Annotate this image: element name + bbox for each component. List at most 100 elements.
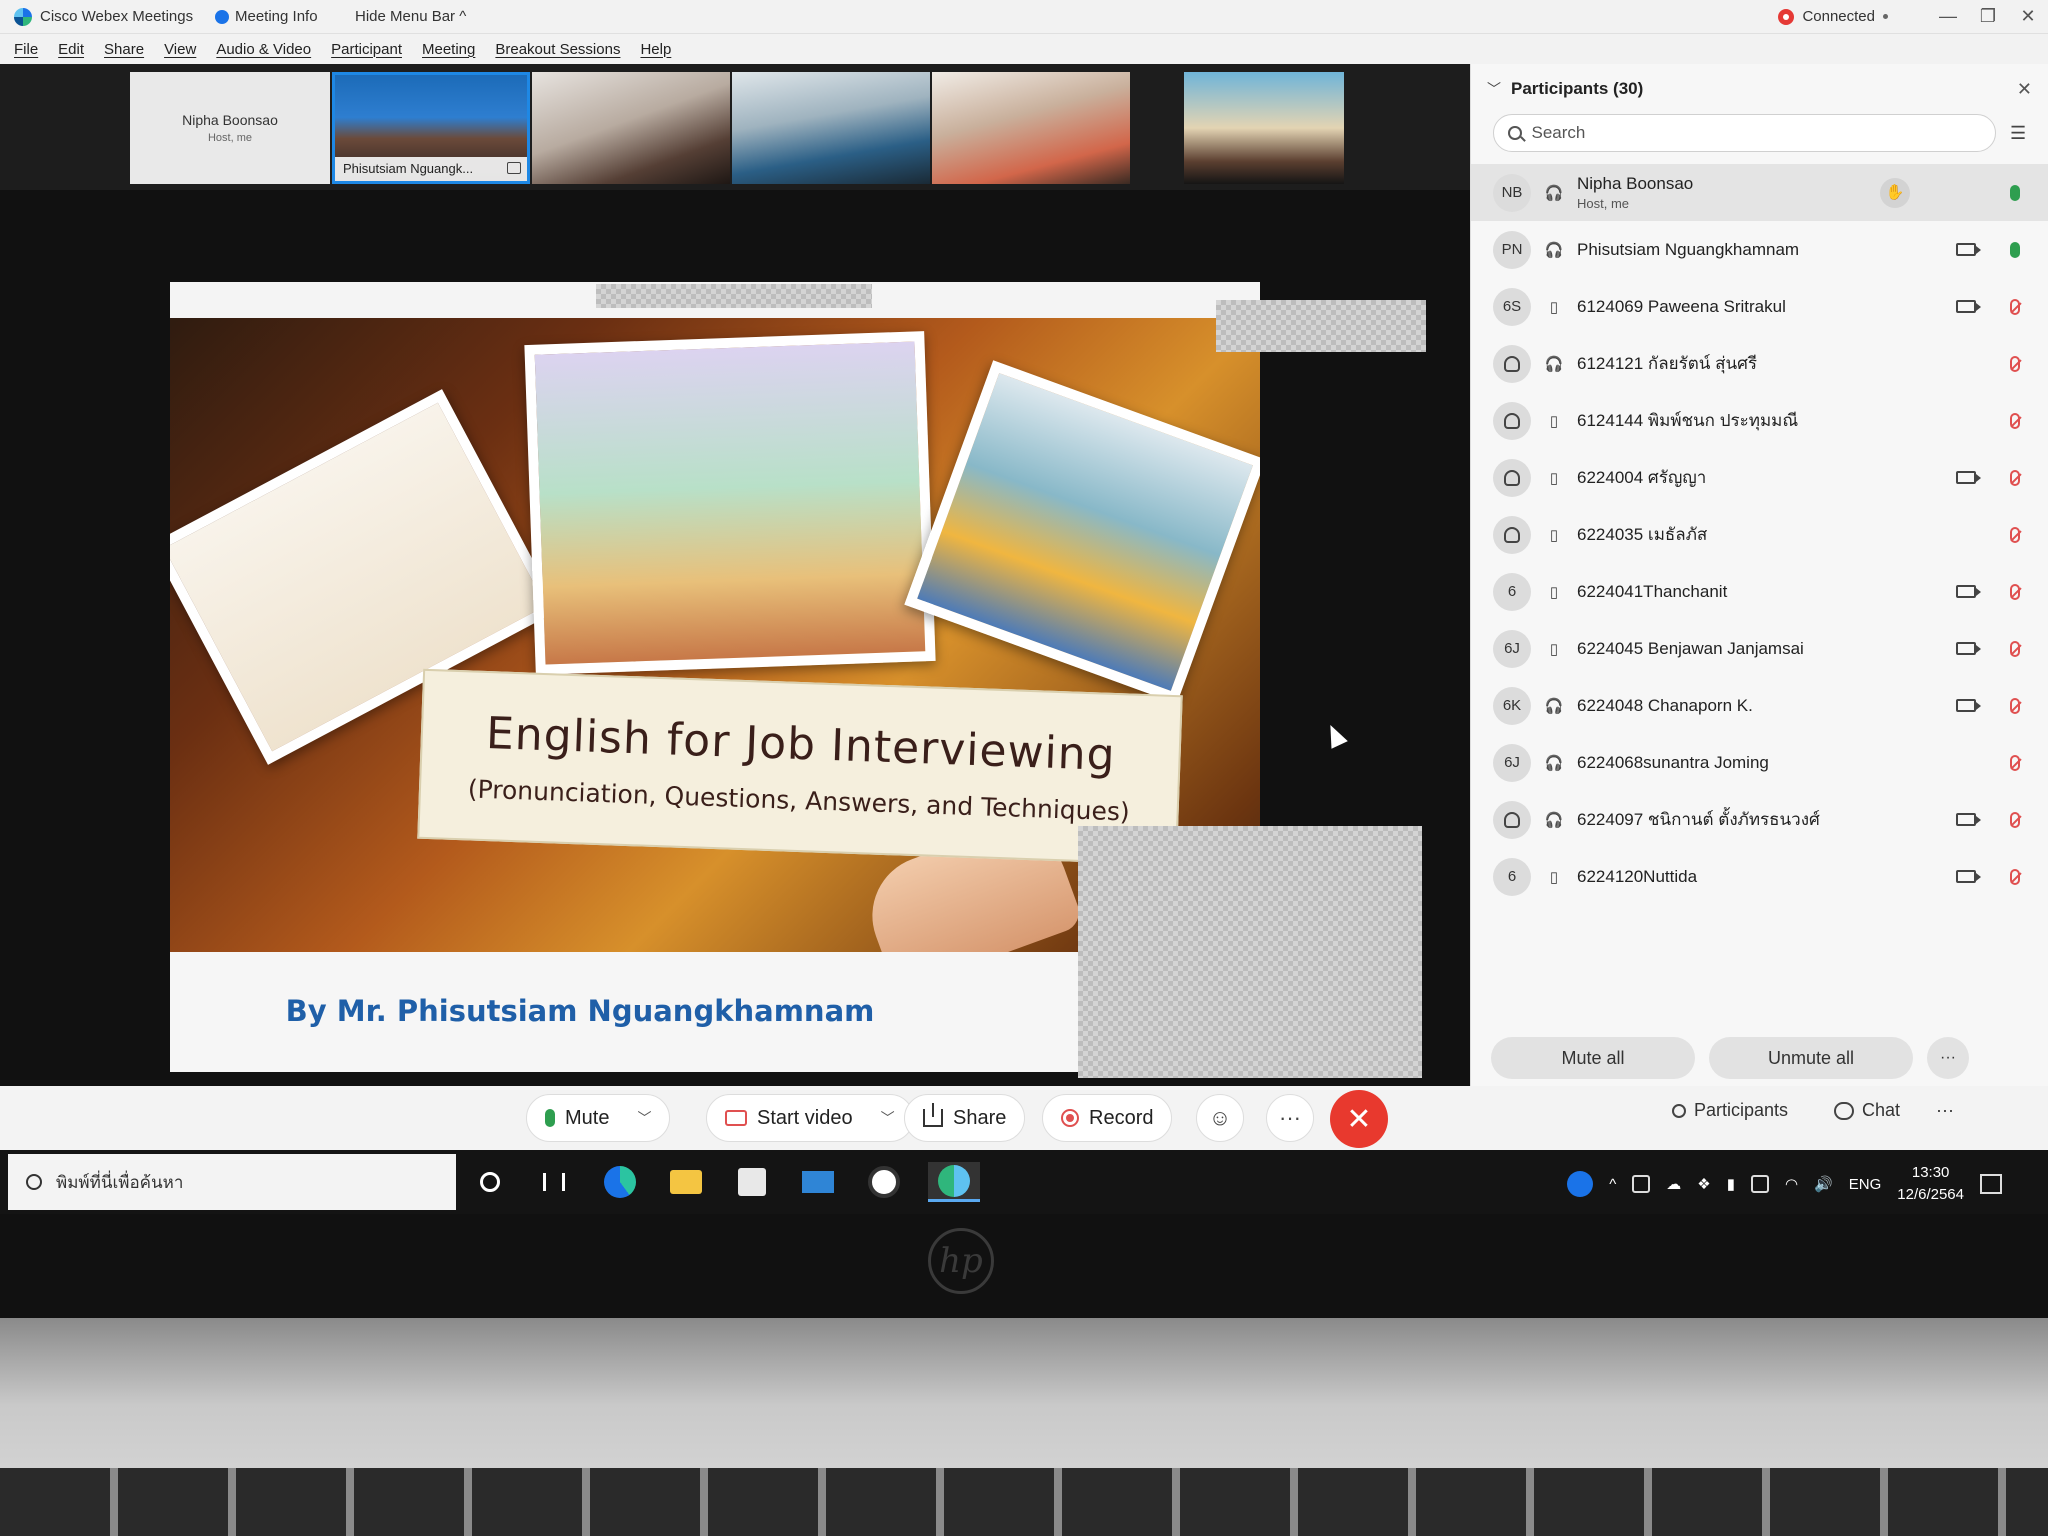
- participant-row[interactable]: 6J ▯ 6224045 Benjawan Janjamsai: [1471, 620, 2048, 677]
- laptop-keyboard-deck: [0, 1318, 2048, 1536]
- volume-icon[interactable]: 🔊: [1814, 1175, 1833, 1193]
- notification-icon[interactable]: [1980, 1174, 2002, 1194]
- hide-menu-bar-button[interactable]: Hide Menu Bar ^: [355, 8, 466, 25]
- taskbar-clock[interactable]: 13:30 12/6/2564: [1897, 1162, 1964, 1206]
- participant-video-thumbnail[interactable]: [932, 72, 1130, 184]
- participant-row[interactable]: ▯ 6224004 ศรัญญา: [1471, 449, 2048, 506]
- menu-share[interactable]: Share: [104, 41, 144, 58]
- menu-meeting[interactable]: Meeting: [422, 41, 475, 58]
- close-panel-icon[interactable]: ✕: [2017, 79, 2032, 100]
- task-view-icon: [543, 1173, 565, 1191]
- cloud-icon[interactable]: ☁: [1666, 1175, 1681, 1193]
- menu-view[interactable]: View: [164, 41, 196, 58]
- participant-row[interactable]: ▯ 6224035 เมธัลภัส: [1471, 506, 2048, 563]
- mute-button[interactable]: Mute ﹀: [526, 1094, 671, 1142]
- store-button[interactable]: [732, 1162, 772, 1202]
- language-indicator[interactable]: ENG: [1849, 1176, 1882, 1193]
- minimize-button[interactable]: —: [1928, 6, 1968, 27]
- raise-hand-icon[interactable]: ✋: [1880, 177, 1910, 208]
- mic-muted-icon[interactable]: [2010, 811, 2020, 828]
- collapse-chevron-icon[interactable]: ﹀: [1487, 79, 1501, 99]
- host-thumbnail[interactable]: Nipha Boonsao Host, me: [130, 72, 330, 184]
- more-options-button[interactable]: ···: [1927, 1037, 1969, 1079]
- app-taskbar-button[interactable]: [864, 1162, 904, 1202]
- menu-participant[interactable]: Participant: [331, 41, 402, 58]
- host-role: Host, me: [207, 132, 252, 144]
- mute-all-button[interactable]: Mute all: [1491, 1037, 1695, 1079]
- participants-tab-button[interactable]: Participants: [1672, 1100, 1788, 1121]
- chevron-down-icon[interactable]: ﹀: [881, 1108, 895, 1128]
- sort-list-icon[interactable]: ☰: [2010, 123, 2032, 144]
- connection-status[interactable]: Connected: [1778, 8, 1888, 25]
- record-button[interactable]: Record: [1042, 1094, 1173, 1142]
- file-explorer-button[interactable]: [666, 1162, 706, 1202]
- mic-on-icon[interactable]: [2010, 241, 2020, 258]
- webex-taskbar-button[interactable]: [928, 1162, 980, 1202]
- participant-video-thumbnail[interactable]: [1184, 72, 1344, 184]
- participant-search[interactable]: [1493, 114, 1996, 152]
- mic-muted-icon[interactable]: [2010, 868, 2020, 885]
- microphone-tray-icon[interactable]: ▮: [1727, 1175, 1735, 1193]
- record-label: Record: [1089, 1106, 1154, 1129]
- device-icon[interactable]: [1632, 1175, 1651, 1193]
- close-window-button[interactable]: ✕: [2008, 6, 2048, 27]
- mic-muted-icon[interactable]: [2010, 469, 2020, 486]
- participant-row[interactable]: 6 ▯ 6224041Thanchanit: [1471, 563, 2048, 620]
- battery-icon[interactable]: [1750, 1175, 1769, 1193]
- mic-muted-icon[interactable]: [2010, 355, 2020, 372]
- restore-button[interactable]: ❐: [1968, 6, 2008, 27]
- help-icon[interactable]: [1567, 1171, 1594, 1197]
- participants-title: Participants (30): [1511, 79, 1644, 98]
- participant-row[interactable]: NB 🎧 Nipha Boonsao Host, me ✋: [1471, 164, 2048, 221]
- chat-tab-button[interactable]: Chat: [1834, 1100, 1900, 1121]
- edge-taskbar-button[interactable]: [600, 1162, 640, 1202]
- participant-row[interactable]: 6S ▯ 6124069 Paweena Sritrakul: [1471, 278, 2048, 335]
- mail-button[interactable]: [798, 1162, 838, 1202]
- participant-name: 6124144 พิมพ์ชนก ประทุมมณี: [1577, 411, 1799, 430]
- video-off-icon: [725, 1110, 747, 1126]
- start-video-button[interactable]: Start video ﹀: [706, 1094, 914, 1142]
- wifi-icon[interactable]: ◠: [1785, 1175, 1798, 1193]
- avatar: NB: [1493, 173, 1531, 212]
- overflow-menu-button[interactable]: ···: [1936, 1100, 1954, 1121]
- menu-help[interactable]: Help: [640, 41, 671, 58]
- participant-row[interactable]: 🎧 6124121 กัลยรัตน์ สุ่นศรี: [1471, 335, 2048, 392]
- reactions-button[interactable]: ☺: [1196, 1094, 1244, 1142]
- chevron-down-icon[interactable]: ﹀: [637, 1108, 651, 1128]
- video-icon: [1956, 471, 1981, 484]
- mic-muted-icon[interactable]: [2010, 697, 2020, 714]
- participant-row[interactable]: 🎧 6224097 ชนิกานต์ ตั้งภัทรธนวงศ์: [1471, 791, 2048, 848]
- share-button[interactable]: Share: [904, 1094, 1026, 1142]
- participant-row[interactable]: 6K 🎧 6224048 Chanaporn K.: [1471, 677, 2048, 734]
- task-view-button[interactable]: [534, 1162, 574, 1202]
- meeting-info-button[interactable]: Meeting Info: [215, 8, 355, 25]
- participant-row[interactable]: PN 🎧 Phisutsiam Nguangkhamnam: [1471, 221, 2048, 278]
- more-controls-button[interactable]: ···: [1266, 1094, 1314, 1142]
- cortana-button[interactable]: [470, 1162, 510, 1202]
- mic-muted-icon[interactable]: [2010, 754, 2020, 771]
- participant-row[interactable]: 6 ▯ 6224120Nuttida: [1471, 848, 2048, 905]
- taskbar-search[interactable]: พิมพ์ที่นี่เพื่อค้นหา: [8, 1154, 456, 1210]
- chevron-up-icon[interactable]: ^: [1609, 1176, 1616, 1193]
- mic-muted-icon[interactable]: [2010, 640, 2020, 657]
- mic-on-icon[interactable]: [2010, 184, 2020, 201]
- participant-row[interactable]: 6J 🎧 6224068sunantra Joming: [1471, 734, 2048, 791]
- unmute-all-button[interactable]: Unmute all: [1709, 1037, 1913, 1079]
- participant-row[interactable]: ▯ 6124144 พิมพ์ชนก ประทุมมณี: [1471, 392, 2048, 449]
- system-tray: ^ ☁ ❖ ▮ ◠ 🔊 ENG 13:30 12/6/2564: [1567, 1156, 2002, 1212]
- menu-file[interactable]: File: [14, 41, 38, 58]
- mic-muted-icon[interactable]: [2010, 412, 2020, 429]
- participant-video-thumbnail[interactable]: [732, 72, 930, 184]
- mic-muted-icon[interactable]: [2010, 298, 2020, 315]
- presenter-video-thumbnail[interactable]: Phisutsiam Nguangk...: [332, 72, 530, 184]
- end-meeting-button[interactable]: ✕: [1330, 1090, 1388, 1148]
- mic-muted-icon[interactable]: [2010, 583, 2020, 600]
- menu-audio-video[interactable]: Audio & Video: [216, 41, 311, 58]
- search-input[interactable]: [1531, 123, 1981, 143]
- participant-video-thumbnail[interactable]: [532, 72, 730, 184]
- menu-breakout-sessions[interactable]: Breakout Sessions: [495, 41, 620, 58]
- menu-edit[interactable]: Edit: [58, 41, 84, 58]
- mic-muted-icon[interactable]: [2010, 526, 2020, 543]
- user-icon: [1504, 811, 1520, 828]
- dropbox-icon[interactable]: ❖: [1697, 1175, 1710, 1193]
